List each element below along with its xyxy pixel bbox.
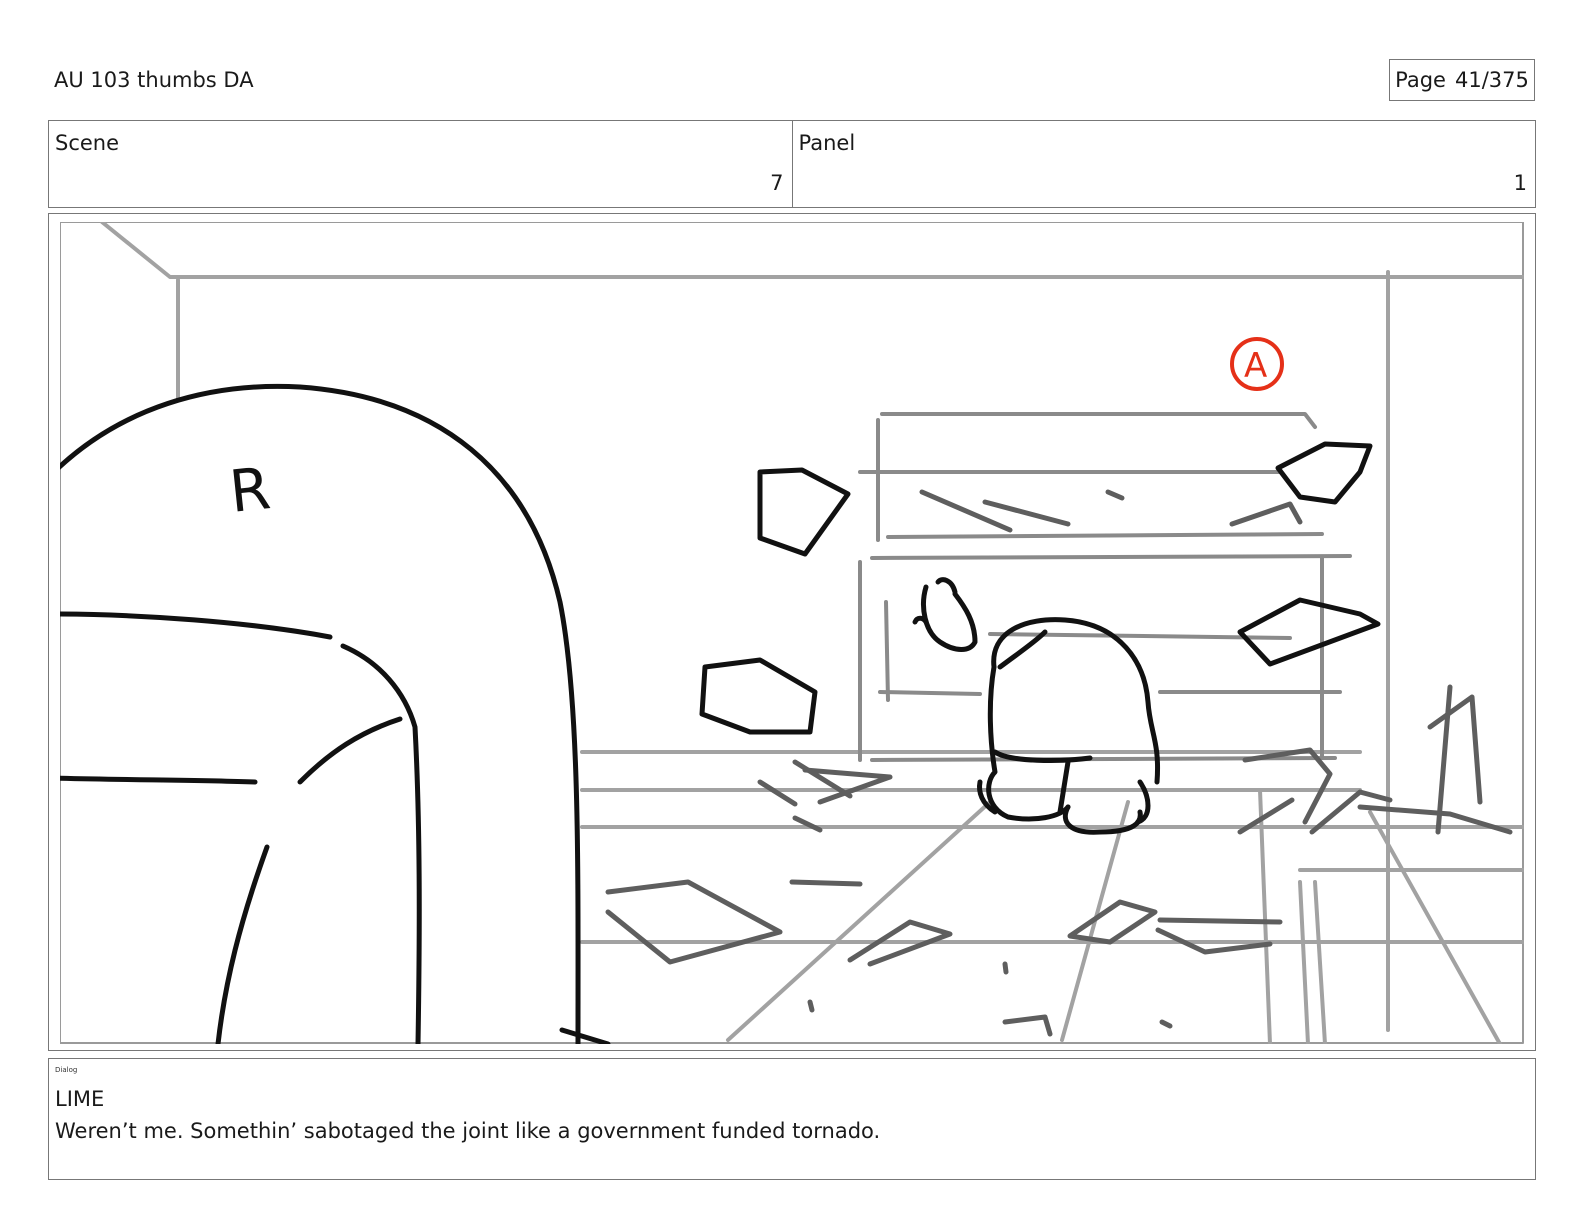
marker-r-text: R [226, 454, 273, 526]
page-label: Page [1395, 68, 1446, 92]
document-title: AU 103 thumbs DA [54, 68, 254, 92]
scene-label: Scene [55, 131, 120, 155]
dialog-label: Dialog [55, 1066, 78, 1074]
floating-boxes-sketch [699, 441, 1381, 735]
panel-number: 1 [1513, 171, 1527, 195]
dialog-line: Weren’t me. Somethin’ sabotaged the join… [55, 1119, 881, 1143]
panel-label: Panel [798, 131, 856, 155]
storyboard-sketch: R A [60, 222, 1524, 1044]
scattered-papers-sketch [605, 489, 1513, 1037]
page-number: 41/375 [1454, 68, 1529, 92]
shelves-sketch [858, 412, 1352, 762]
marker-a-text: A [1244, 346, 1267, 386]
storyboard-panel: R A [48, 213, 1536, 1051]
scene-cell: Scene 7 [49, 121, 792, 207]
page-indicator: Page 41/375 [1389, 59, 1535, 101]
panel-cell: Panel 1 [791, 121, 1536, 207]
character-r-sketch [60, 383, 611, 1044]
scene-number: 7 [770, 171, 784, 195]
dialog-box: Dialog LIME Weren’t me. Somethin’ sabota… [48, 1058, 1536, 1180]
dialog-speaker: LIME [55, 1087, 105, 1111]
scene-panel-row: Scene 7 Panel 1 [48, 120, 1536, 208]
character-a-sketch [912, 577, 1161, 835]
